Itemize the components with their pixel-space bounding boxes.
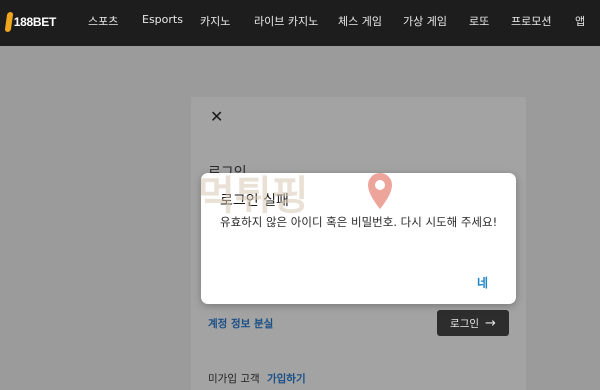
nav-item-chess-games[interactable]: 체스 게임 [338,13,382,29]
forgot-account-link[interactable]: 계정 정보 분실 [208,316,273,331]
login-button-label: 로그인 [450,317,480,330]
nav-item-app[interactable]: 앱 [575,13,585,29]
signup-link[interactable]: 가입하기 [267,373,306,385]
login-failed-dialog: 로그인 실패 유효하지 않은 아이디 혹은 비밀번호. 다시 시도해 주세요! … [201,173,516,304]
arrow-right-icon: → [485,315,496,331]
nav-item-live-casino[interactable]: 라이브 카지노 [254,13,318,29]
signup-row: 미가입 고객 가입하기 [208,371,306,386]
dialog-message: 유효하지 않은 아이디 혹은 비밀번호. 다시 시도해 주세요! [220,215,498,229]
dialog-ok-button[interactable]: 네 [477,274,488,291]
top-navigation-bar: 188BET 스포츠 Esports 카지노 라이브 카지노 체스 게임 가상 … [0,0,600,46]
close-icon[interactable]: ✕ [210,108,223,126]
nav-item-lotto[interactable]: 로또 [469,13,489,29]
logo-mark-icon [4,12,14,32]
nav-item-virtual-games[interactable]: 가상 게임 [403,13,447,29]
login-button[interactable]: 로그인 → [437,310,509,336]
nav-item-promotions[interactable]: 프로모션 [511,13,551,29]
dialog-title: 로그인 실패 [220,193,289,209]
nav-item-casino[interactable]: 카지노 [200,13,230,29]
nav-item-sports[interactable]: 스포츠 [88,13,118,29]
signup-prompt: 미가입 고객 [208,373,260,385]
logo-text: 188BET [13,15,57,29]
nav-item-esports[interactable]: Esports [142,13,183,26]
brand-logo[interactable]: 188BET [4,8,57,36]
